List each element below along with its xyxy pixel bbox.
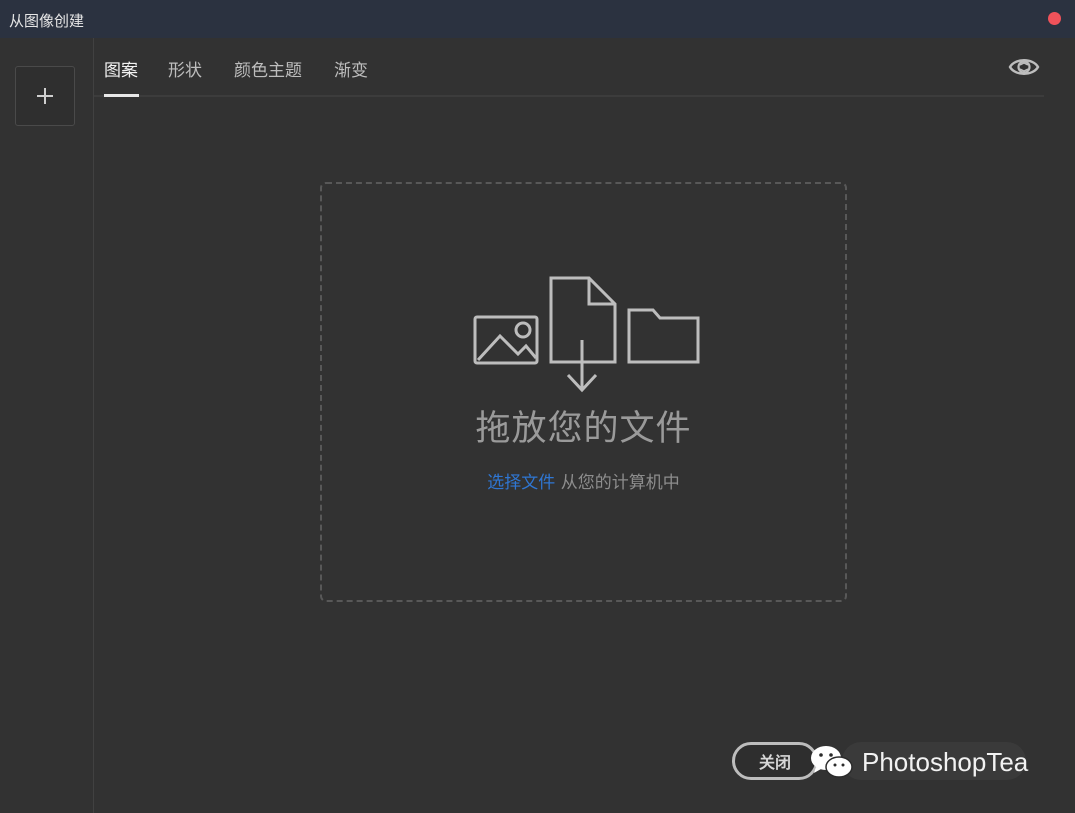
drop-title: 拖放您的文件 [475, 409, 692, 449]
watermark-text: PhotoshopTea [862, 747, 1029, 777]
add-button[interactable] [15, 66, 75, 126]
tab-color-theme[interactable]: 颜色主题 [234, 56, 302, 81]
choose-file-link[interactable]: 选择文件 [487, 473, 555, 493]
tab-gradient[interactable]: 渐变 [334, 56, 368, 81]
title-bar: 从图像创建 [0, 0, 1075, 38]
eye-icon[interactable] [1007, 53, 1041, 81]
sidebar [0, 38, 94, 813]
tab-bar: 图案 形状 颜色主题 渐变 [94, 38, 1075, 97]
drop-subtitle-suffix: 从您的计算机中 [555, 473, 680, 493]
folder-icon [627, 308, 700, 364]
tab-shape[interactable]: 形状 [168, 56, 202, 81]
window-close-button[interactable] [1048, 12, 1061, 25]
wechat-icon [811, 746, 853, 778]
tab-divider [94, 95, 1044, 97]
window-title: 从图像创建 [9, 12, 85, 30]
plus-icon [37, 88, 53, 104]
drop-subtitle: 选择文件 从您的计算机中 [322, 468, 845, 493]
drop-illustration [473, 276, 700, 393]
close-button[interactable]: 关闭 [732, 742, 818, 780]
tab-pattern[interactable]: 图案 [104, 56, 138, 81]
file-download-icon [549, 276, 617, 393]
file-drop-zone[interactable]: 拖放您的文件 选择文件 从您的计算机中 [320, 182, 847, 602]
active-tab-indicator [104, 94, 139, 97]
image-icon [473, 315, 539, 365]
